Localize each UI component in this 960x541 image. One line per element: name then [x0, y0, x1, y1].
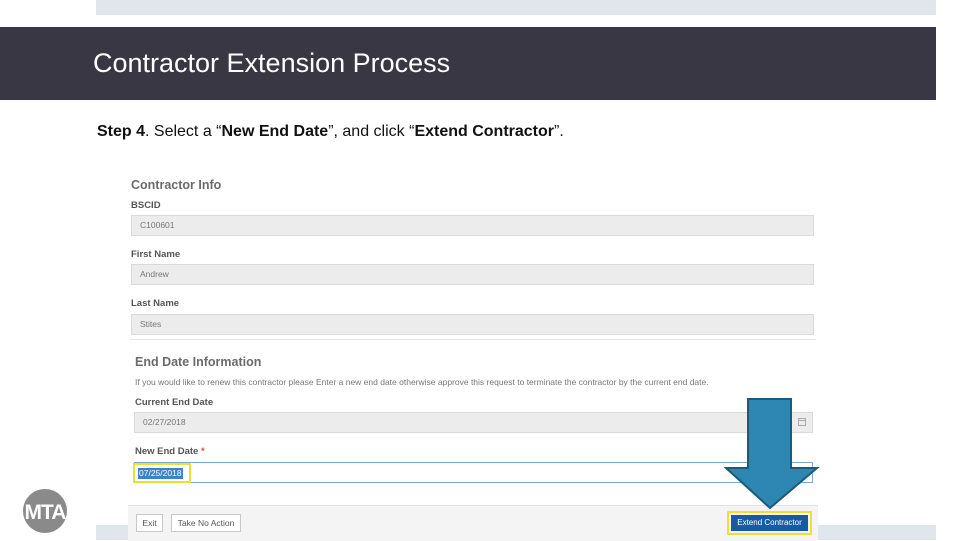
contractor-info-title: Contractor Info [131, 178, 222, 192]
contractor-form-screenshot: Contractor Info BSCID C100601 First Name… [128, 168, 818, 541]
bscid-label: BSCID [131, 200, 161, 211]
first-name-field[interactable]: Andrew [131, 264, 814, 285]
required-marker: * [201, 446, 205, 457]
instruction-text-b: ”, and click “ [328, 123, 415, 140]
mta-logo: MTA [23, 489, 67, 533]
new-end-date-label-text: New End Date [135, 446, 199, 457]
new-end-date-selected-value: 07/25/2018 [138, 468, 183, 479]
step-label: Step 4 [97, 123, 146, 140]
last-name-label: Last Name [131, 298, 180, 309]
current-end-date-value: 02/27/2018 [143, 417, 186, 427]
instruction-text-c: ”. [554, 123, 564, 140]
take-no-action-button[interactable]: Take No Action [171, 514, 241, 532]
new-end-date-field[interactable] [134, 462, 813, 483]
svg-text:MTA: MTA [25, 501, 67, 524]
down-arrow-icon [724, 398, 820, 510]
end-date-info-text: If you would like to renew this contract… [135, 377, 709, 387]
current-end-date-label: Current End Date [135, 397, 214, 408]
exit-button[interactable]: Exit [136, 514, 163, 532]
instruction-bold-extend-contractor: Extend Contractor [414, 123, 555, 140]
extend-contractor-button[interactable]: Extend Contractor [731, 515, 808, 531]
step-instruction: Step 4. Select a “New End Date”, and cli… [97, 123, 564, 141]
new-end-date-label: New End Date * [135, 446, 205, 457]
current-end-date-field[interactable]: 02/27/2018 [134, 412, 813, 433]
extend-contractor-highlight[interactable]: Extend Contractor [727, 511, 812, 535]
end-date-info-title: End Date Information [135, 355, 262, 369]
bscid-field[interactable]: C100601 [131, 215, 814, 236]
new-end-date-highlight[interactable]: 07/25/2018 [133, 463, 191, 483]
top-accent-strip [96, 0, 936, 15]
instruction-bold-new-end-date: New End Date [221, 123, 329, 140]
first-name-label: First Name [131, 249, 181, 260]
section-divider [130, 339, 816, 340]
instruction-text-a: . Select a “ [145, 123, 222, 140]
last-name-field[interactable]: Stites [131, 314, 814, 335]
slide-title: Contractor Extension Process [93, 48, 451, 78]
